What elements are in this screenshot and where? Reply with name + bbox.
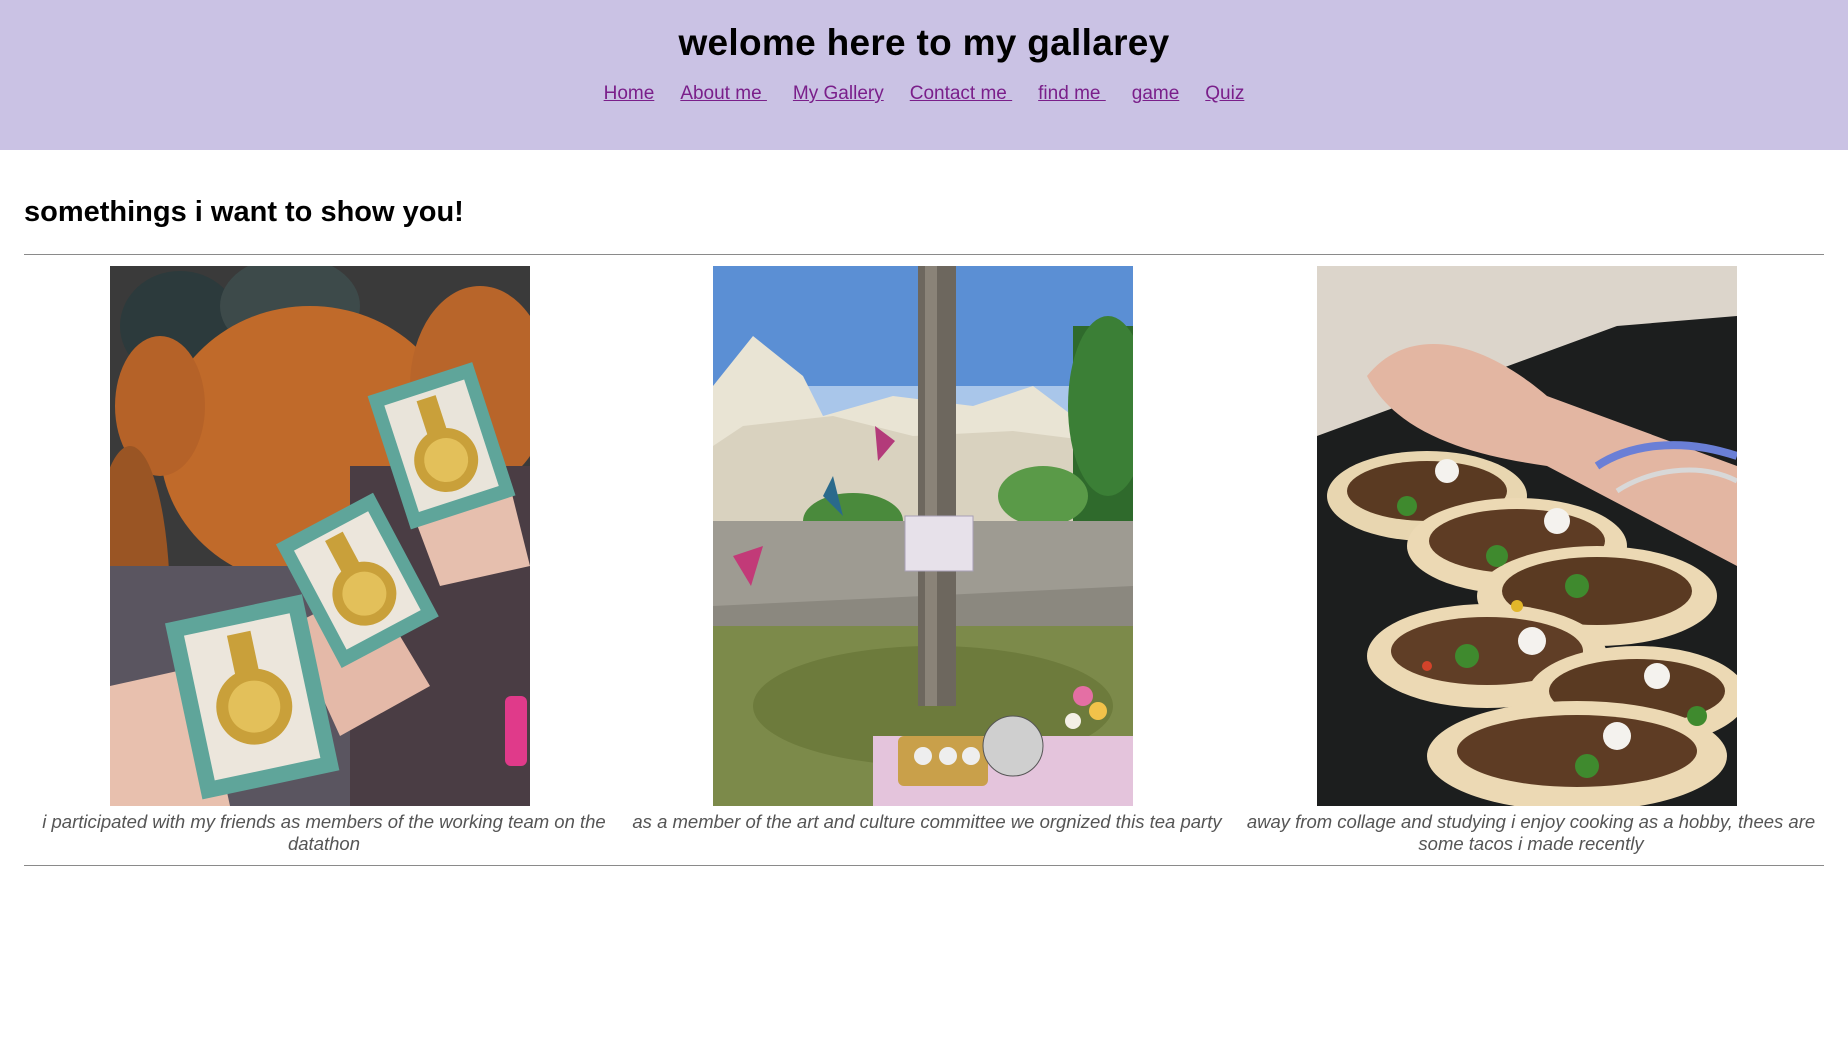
photo-caption: as a member of the art and culture commi… [632, 811, 1222, 832]
main-nav: Home About me My Gallery Contact me find m… [0, 83, 1848, 105]
nav-link-home[interactable]: Home [604, 83, 655, 104]
divider-bottom [24, 865, 1824, 866]
divider-top [24, 254, 1824, 255]
site-title: welome here to my gallarey [678, 22, 1170, 63]
photo-caption: i participated with my friends as member… [42, 811, 606, 854]
gallery-grid: i participated with my friends as member… [24, 266, 1824, 856]
site-header: welome here to my gallarey Home About me … [0, 0, 1848, 150]
photo-caption: away from collage and studying i enjoy c… [1246, 811, 1816, 854]
nav-link-game[interactable]: game [1132, 83, 1180, 104]
tacos-photo [1317, 266, 1737, 806]
gallery-item: away from collage and studying i enjoy c… [1231, 266, 1831, 856]
nav-link-quiz[interactable]: Quiz [1205, 83, 1244, 104]
nav-link-about-me[interactable]: About me [680, 83, 767, 104]
gallery-heading: somethings i want to show you! [24, 196, 464, 228]
nav-link-my-gallery[interactable]: My Gallery [793, 83, 884, 104]
gallery-item: i participated with my friends as member… [24, 266, 624, 856]
nav-link-contact-me[interactable]: Contact me [910, 83, 1012, 104]
nav-link-find-me[interactable]: find me [1038, 83, 1106, 104]
tea-party-photo [713, 266, 1133, 806]
medals-photo [110, 266, 530, 806]
gallery-item: as a member of the art and culture commi… [627, 266, 1227, 856]
